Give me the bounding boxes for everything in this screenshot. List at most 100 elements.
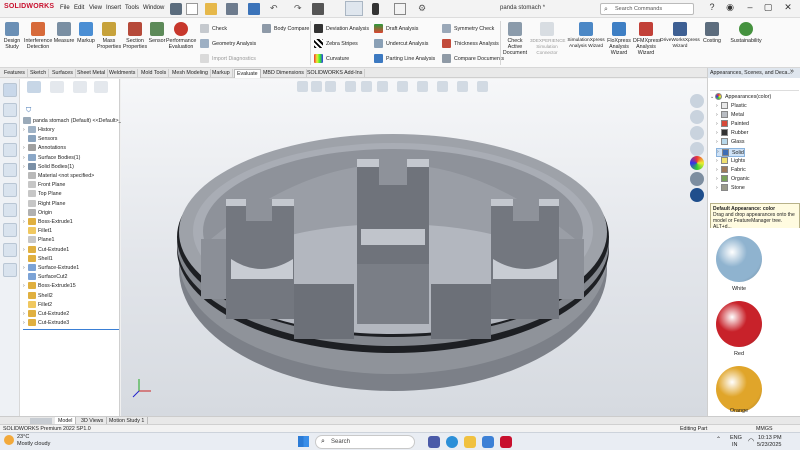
design-study-button[interactable]: Design Study [2,22,22,50]
thickness-analysis-button[interactable]: Thickness Analysis [442,39,499,48]
configurationmanager-tab-icon[interactable] [73,81,87,93]
appearance-item-solid[interactable]: › Solid [716,147,745,157]
3dexperience-connector-button[interactable]: 3DEXPERIENCE Simulation Connector [530,22,566,56]
tree-root[interactable]: panda stomach (Default) <<Default>_ [23,117,121,126]
view-palette-icon[interactable] [690,142,704,156]
tree-item-20[interactable]: › Cut-Extrude2 [23,310,69,319]
weather-icon[interactable] [4,435,14,445]
search-commands-input[interactable]: ⌕ Search Commands [600,3,694,15]
propertymanager-tab-icon[interactable] [50,81,64,93]
import-diagnostics-button[interactable]: Import Diagnostics [200,54,256,63]
undo-icon[interactable]: ↶ [270,3,282,15]
appearance-item-painted[interactable]: › Painted [716,120,749,129]
edit-appearance-icon[interactable] [3,223,17,237]
markup-button[interactable]: Markup [76,22,96,44]
display-style-icon[interactable] [3,183,17,197]
tree-item-1[interactable]: Sensors [23,135,57,144]
floxpress-button[interactable]: FloXpress Analysis Wizard [607,22,631,56]
maximize-button[interactable]: ▢ [762,2,774,15]
weather-desc[interactable]: Mostly cloudy [17,441,50,447]
graphics-area[interactable] [121,79,707,416]
taskpane-close-icon[interactable]: » [790,68,794,75]
windows-start-icon[interactable] [298,436,309,447]
clock-date[interactable]: 5/23/2025 [757,442,781,448]
minimize-button[interactable]: – [744,2,756,15]
model-render[interactable] [121,79,707,416]
appearance-item-metal[interactable]: › Metal [716,111,744,120]
apply-scene-icon[interactable] [3,243,17,257]
undercut-analysis-button[interactable]: Undercut Analysis [374,39,428,48]
tree-item-4[interactable]: › Solid Bodies(1) [23,162,74,172]
3dexperience-marketplace-icon[interactable] [690,188,704,202]
check-active-document-button[interactable]: Check Active Document [502,22,528,56]
solidworks-logo[interactable]: SOLIDWORKS [4,3,54,10]
edge-icon[interactable] [446,436,458,448]
sensor-button[interactable]: Sensor [148,22,166,44]
tree-item-17[interactable]: › Boss-Extrude15 [23,282,76,291]
rebuild-icon[interactable] [312,3,324,15]
draft-analysis-button[interactable]: Draft Analysis [374,24,418,33]
home-icon[interactable] [170,3,182,15]
store-icon[interactable] [482,436,494,448]
design-library-icon[interactable] [690,110,704,124]
view-settings-icon[interactable] [3,263,17,277]
task-view-icon[interactable] [428,436,440,448]
tree-item-2[interactable]: › Annotations [23,144,66,153]
taskbar-search[interactable]: ⌕ Search [315,435,415,449]
tab-mold-tools[interactable]: Mold Tools [139,69,170,78]
new-document-icon[interactable] [186,3,198,15]
tree-item-8[interactable]: Right Plane [23,199,65,209]
tree-item-3[interactable]: › Surface Bodies(1) [23,153,80,163]
file-properties-icon[interactable] [394,3,406,15]
rollback-bar[interactable] [23,329,119,331]
mass-properties-button[interactable]: Mass Properties [97,22,121,50]
measure-button[interactable]: Measure [53,22,75,44]
tab-solidworks-addins[interactable]: SOLIDWORKS Add-Ins [305,69,366,78]
solidworks-resources-icon[interactable] [690,94,704,108]
tab-markup[interactable]: Markup [210,69,233,78]
3d-view-icon[interactable] [3,83,17,97]
appearance-item-plastic[interactable]: › Plastic [716,102,747,111]
redo-icon[interactable]: ↷ [294,3,306,15]
language-in[interactable]: IN [732,442,738,448]
appearance-item-fabric[interactable]: › Fabric [716,165,746,175]
tab-features[interactable]: Features [2,69,28,78]
tree-item-15[interactable]: › Surface-Extrude1 [23,264,79,273]
tree-item-11[interactable]: Fillet1 [23,227,52,236]
tree-item-21[interactable]: › Cut-Extrude3 [23,319,69,328]
tree-item-7[interactable]: Top Plane [23,190,62,199]
swatch-red[interactable] [716,301,762,347]
swatch-orange[interactable] [716,366,762,412]
simulationxpress-button[interactable]: SimulationXpress Analysis Wizard [566,22,606,50]
tree-item-19[interactable]: Fillet2 [23,300,52,310]
appearance-item-rubber[interactable]: › Rubber [716,129,748,138]
performance-evaluation-button[interactable]: Performance Evaluation [166,22,196,50]
tree-item-6[interactable]: Front Plane [23,181,65,190]
appearance-item-stone[interactable]: › Stone [716,183,745,193]
user-icon[interactable]: ◉ [724,2,736,15]
wifi-icon[interactable]: ◠ [748,437,754,445]
body-compare-button[interactable]: Body Compare [262,24,309,33]
section-view-icon[interactable] [3,143,17,157]
menu-file[interactable]: File [60,5,70,11]
tree-item-0[interactable]: › History [23,126,54,135]
tree-item-9[interactable]: Origin [23,208,52,218]
tray-chevron-icon[interactable]: ⌃ [716,436,721,443]
geometry-analysis-button[interactable]: Geometry Analysis [200,39,256,48]
tab-sheet-metal[interactable]: Sheet Metal [75,69,109,78]
tree-item-13[interactable]: › Cut-Extrude1 [23,245,69,255]
featuremanager-tab-icon[interactable] [27,81,41,93]
menu-edit[interactable]: Edit [74,5,84,11]
curvature-button[interactable]: Curvature [314,54,349,63]
tab-evaluate[interactable]: Evaluate [234,69,261,78]
appearance-item-organic[interactable]: › Organic [716,174,750,184]
filter-icon[interactable]: ⛉ [26,107,31,115]
open-folder-icon[interactable] [205,3,217,15]
view-orientation-icon[interactable] [3,103,17,117]
traffic-light-icon[interactable] [372,3,379,15]
tree-item-14[interactable]: Shell1 [23,254,53,264]
file-explorer-taskbar-icon[interactable] [464,436,476,448]
file-explorer-icon[interactable] [690,126,704,140]
compare-documents-button[interactable]: Compare Documents [442,54,504,63]
tab-weldments[interactable]: Weldments [107,69,139,78]
